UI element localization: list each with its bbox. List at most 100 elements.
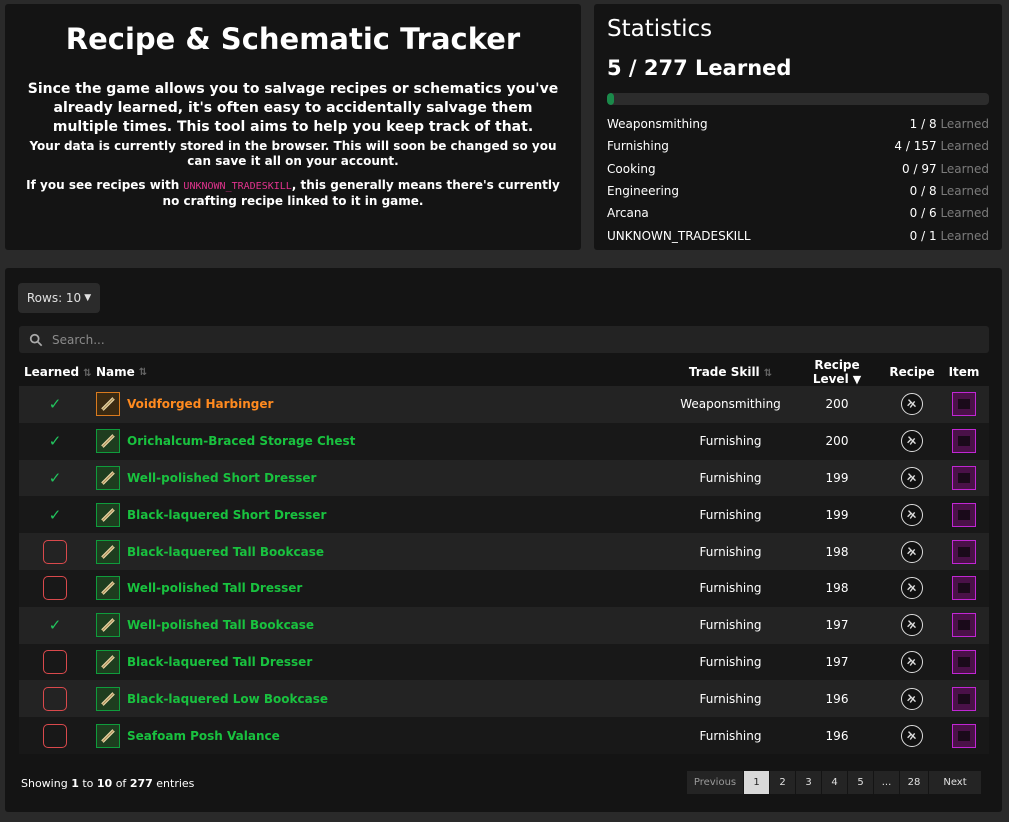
header-recipe: Recipe <box>889 365 935 379</box>
learned-check-icon[interactable]: ✓ <box>49 506 62 524</box>
intro-lead: Since the game allows you to salvage rec… <box>27 81 559 135</box>
recipe-name-link[interactable]: Black-laquered Tall Bookcase <box>127 545 324 559</box>
name-cell: Seafoam Posh Valance <box>96 723 672 748</box>
note-text-before: If you see recipes with <box>26 178 184 192</box>
item-shape-icon <box>958 436 970 447</box>
page-button-2[interactable]: 2 <box>770 771 795 794</box>
learned-check-icon[interactable]: ✓ <box>49 395 62 413</box>
header-learned[interactable]: Learned ⇅ <box>19 365 96 379</box>
recipe-scroll-icon <box>96 686 120 711</box>
entries-total: 277 <box>129 777 153 790</box>
item-thumbnail-icon[interactable] <box>952 539 976 564</box>
item-thumbnail-icon[interactable] <box>952 613 976 638</box>
pagination: Previous 1 2 3 4 5... 28 Next <box>686 771 981 794</box>
recipe-scroll-icon <box>96 392 120 417</box>
item-shape-icon <box>958 472 970 483</box>
recipe-scroll-icon <box>96 465 120 490</box>
recipe-name-link[interactable]: Well-polished Short Dresser <box>127 471 316 485</box>
recipe-scroll-icon <box>96 613 120 638</box>
recipe-link-icon[interactable] <box>901 687 923 710</box>
recipe-table-panel: Rows: 10 ▼ Learned⇅ Name⇅ Trade Skill⇅ R… <box>5 268 1002 812</box>
recipe-name-link[interactable]: Black-laquered Short Dresser <box>127 508 326 522</box>
item-thumbnail-icon[interactable] <box>952 502 976 527</box>
table-row: Black-laquered Tall Bookcase Furnishing 19… <box>19 533 989 570</box>
entries-from: 1 <box>71 777 79 790</box>
name-cell: Black-laquered Tall Bookcase <box>96 539 672 564</box>
page-button-4[interactable]: 4 <box>822 771 847 794</box>
recipe-link-icon[interactable] <box>901 503 923 526</box>
learned-cell: ✓ <box>19 469 96 487</box>
recipe-link-icon[interactable] <box>901 393 923 416</box>
header-recipe-level[interactable]: Recipe Level ▼ <box>789 358 885 386</box>
recipe-cell <box>885 687 939 710</box>
stat-row-cooking: Cooking 0 / 97 Learned <box>607 158 989 180</box>
recipe-name-link[interactable]: Well-polished Tall Dresser <box>127 581 302 595</box>
recipe-link-icon[interactable] <box>901 540 923 563</box>
recipe-link-icon[interactable] <box>901 466 923 489</box>
recipe-name-link[interactable]: Black-laquered Low Bookcase <box>127 692 328 706</box>
recipe-link-icon[interactable] <box>901 430 923 453</box>
trade-skill-cell: Furnishing <box>699 691 762 706</box>
name-cell: Orichalcum-Braced Storage Chest <box>96 429 672 454</box>
name-cell: Black-laquered Tall Dresser <box>96 649 672 674</box>
table-row: Black-laquered Low Bookcase Furnishing 196 <box>19 680 989 718</box>
unlearned-checkbox[interactable] <box>43 539 67 564</box>
name-cell: Black-laquered Low Bookcase <box>96 686 672 711</box>
item-shape-icon <box>958 399 970 410</box>
next-page-button[interactable]: Next <box>929 771 981 794</box>
header-name[interactable]: Name ⇅ <box>96 365 672 379</box>
recipe-scroll-icon <box>96 429 120 454</box>
item-cell <box>939 686 989 711</box>
recipe-cell <box>885 466 939 489</box>
header-trade-skill[interactable]: Trade Skill ⇅ <box>672 365 789 379</box>
item-thumbnail-icon[interactable] <box>952 465 976 490</box>
unknown-tradeskill-note: If you see recipes with UNKNOWN_TRADESKI… <box>23 178 563 209</box>
unlearned-checkbox[interactable] <box>43 723 67 748</box>
recipe-name-link[interactable]: Well-polished Tall Bookcase <box>127 618 314 632</box>
rows-per-page-dropdown[interactable]: Rows: 10 ▼ <box>18 283 100 313</box>
item-thumbnail-icon[interactable] <box>952 649 976 674</box>
pagination-ellipsis: ... <box>874 771 899 794</box>
recipe-cell <box>885 503 939 526</box>
page-button-28[interactable]: 28 <box>900 771 928 794</box>
trade-skill-cell: Furnishing <box>699 654 762 669</box>
unlearned-checkbox[interactable] <box>43 686 67 711</box>
stat-row-furnishing: Furnishing 4 / 157 Learned <box>607 135 989 157</box>
stat-count-value: 0 / 6 <box>909 206 937 221</box>
item-thumbnail-icon[interactable] <box>952 392 976 417</box>
name-cell: Voidforged Harbinger <box>96 392 672 417</box>
recipe-link-icon[interactable] <box>901 650 923 673</box>
item-thumbnail-icon[interactable] <box>952 686 976 711</box>
recipe-cell <box>885 393 939 416</box>
page-button-1[interactable]: 1 <box>744 771 769 794</box>
unlearned-checkbox[interactable] <box>43 649 67 674</box>
stat-count: 0 / 6 Learned <box>910 206 989 220</box>
unlearned-checkbox[interactable] <box>43 576 67 601</box>
learned-check-icon[interactable]: ✓ <box>49 469 62 487</box>
recipe-name-link[interactable]: Voidforged Harbinger <box>127 397 273 411</box>
sort-icon: ⇅ <box>763 368 773 379</box>
page-button-3[interactable]: 3 <box>796 771 821 794</box>
recipe-level-cell: 196 <box>825 691 849 706</box>
recipe-link-icon[interactable] <box>901 577 923 600</box>
learned-check-icon[interactable]: ✓ <box>49 432 62 450</box>
total-learned: 5 / 277 Learned <box>607 56 792 80</box>
recipe-name-link[interactable]: Orichalcum-Braced Storage Chest <box>127 434 355 448</box>
previous-page-button[interactable]: Previous <box>687 771 743 794</box>
recipe-link-icon[interactable] <box>901 614 923 637</box>
recipe-level-cell: 197 <box>825 618 849 633</box>
page-button-5[interactable]: 5 <box>848 771 873 794</box>
stat-skill-name: Arcana <box>607 206 649 221</box>
item-thumbnail-icon[interactable] <box>952 429 976 454</box>
item-shape-icon <box>958 656 970 667</box>
search-input[interactable] <box>52 332 952 347</box>
recipe-link-icon[interactable] <box>901 724 923 747</box>
recipe-name-link[interactable]: Black-laquered Tall Dresser <box>127 655 312 669</box>
trade-skill-cell: Furnishing <box>699 434 762 449</box>
table-row: Well-polished Tall Dresser Furnishing 198 <box>19 569 989 607</box>
trade-skill-cell: Furnishing <box>699 507 762 522</box>
item-thumbnail-icon[interactable] <box>952 576 976 601</box>
recipe-name-link[interactable]: Seafoam Posh Valance <box>127 729 280 743</box>
learned-check-icon[interactable]: ✓ <box>49 616 62 634</box>
item-thumbnail-icon[interactable] <box>952 723 976 748</box>
